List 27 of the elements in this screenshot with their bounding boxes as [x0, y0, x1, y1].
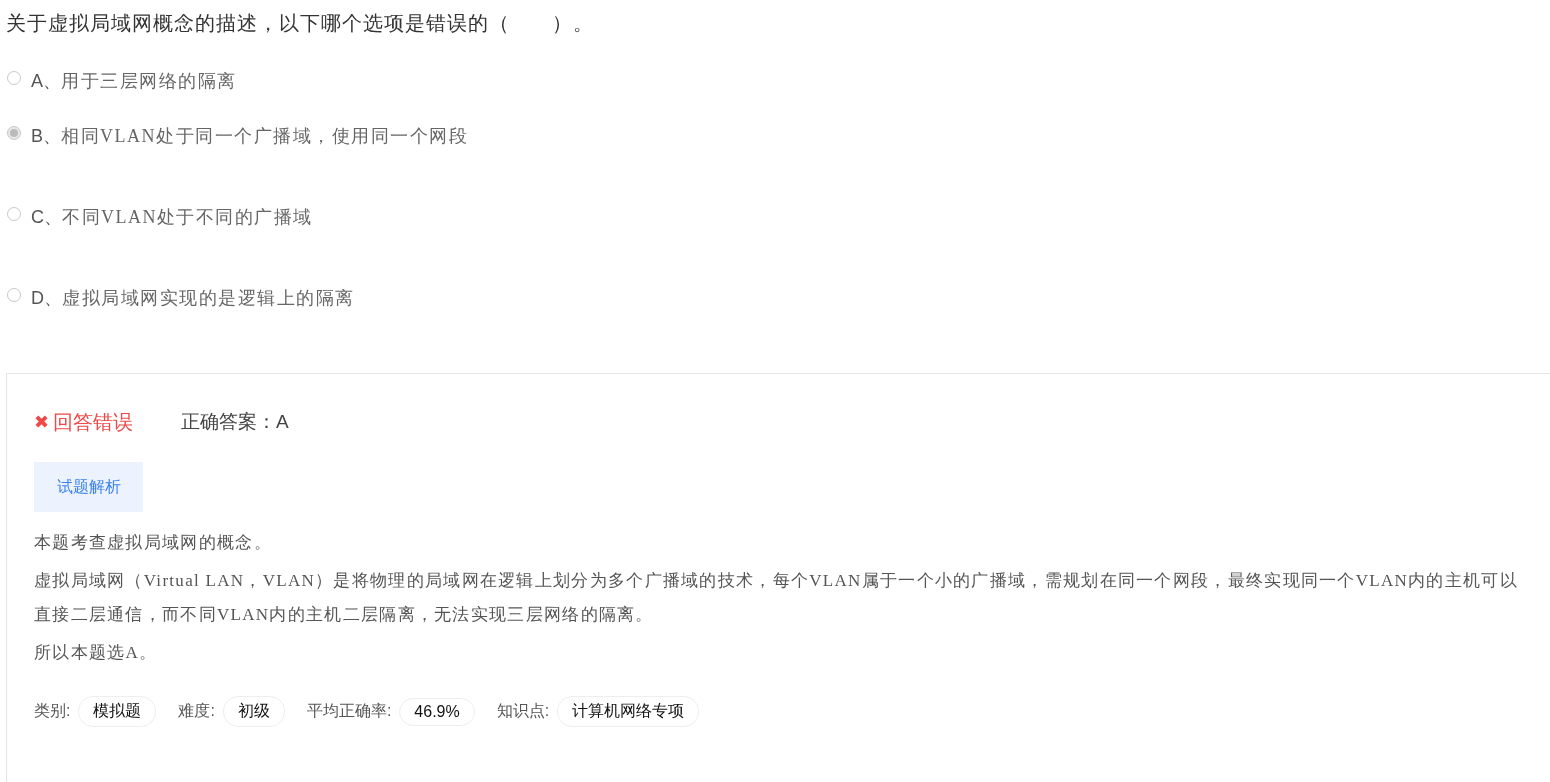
option-text: 虚拟局域网实现的是逻辑上的隔离: [62, 287, 355, 310]
question-text: 关于虚拟局域网概念的描述，以下哪个选项是错误的（ ）。: [5, 11, 595, 36]
option-letter: C、: [31, 206, 62, 229]
radio-button[interactable]: [7, 207, 21, 221]
meta-label: 类别:: [34, 701, 71, 721]
meta-label: 难度:: [178, 701, 215, 721]
analysis-paragraph: 虚拟局域网（Virtual LAN，VLAN）是将物理的局域网在逻辑上划分为多个广播域的技术，每个VLAN属于一个小的广播域，需规划在同一个网段，最终实现同一个VLAN内的主机可以直接二层通信，而不同VLAN内的主机二层隔离，无法实现三层网络的隔离。: [34, 570, 1519, 626]
cross-icon: ✖: [34, 411, 50, 433]
option-letter: B、: [31, 125, 61, 148]
option-text: 相同VLAN处于同一个广播域，使用同一个网段: [61, 125, 468, 148]
meta-label: 知识点:: [496, 701, 550, 721]
meta-label: 平均正确率:: [306, 701, 392, 721]
analysis-paragraph: 本题考查虚拟局域网的概念。: [34, 532, 273, 554]
meta-tag: 计算机网络专项: [557, 696, 700, 727]
radio-button[interactable]: [7, 288, 21, 302]
radio-button[interactable]: [7, 126, 21, 140]
analysis-paragraph: 所以本题选A。: [34, 642, 159, 664]
correct-answer: 正确答案：A: [181, 410, 289, 434]
option-letter: D、: [31, 287, 62, 310]
analysis-tab[interactable]: 试题解析: [34, 462, 143, 512]
meta-tag: 模拟题: [78, 696, 157, 727]
option-text: 不同VLAN处于不同的广播域: [62, 206, 313, 229]
meta-tag: 初级: [222, 696, 285, 727]
option-text: 用于三层网络的隔离: [61, 70, 237, 93]
result-status: 回答错误: [53, 409, 134, 435]
radio-button[interactable]: [7, 71, 21, 85]
option-letter: A、: [31, 70, 61, 93]
